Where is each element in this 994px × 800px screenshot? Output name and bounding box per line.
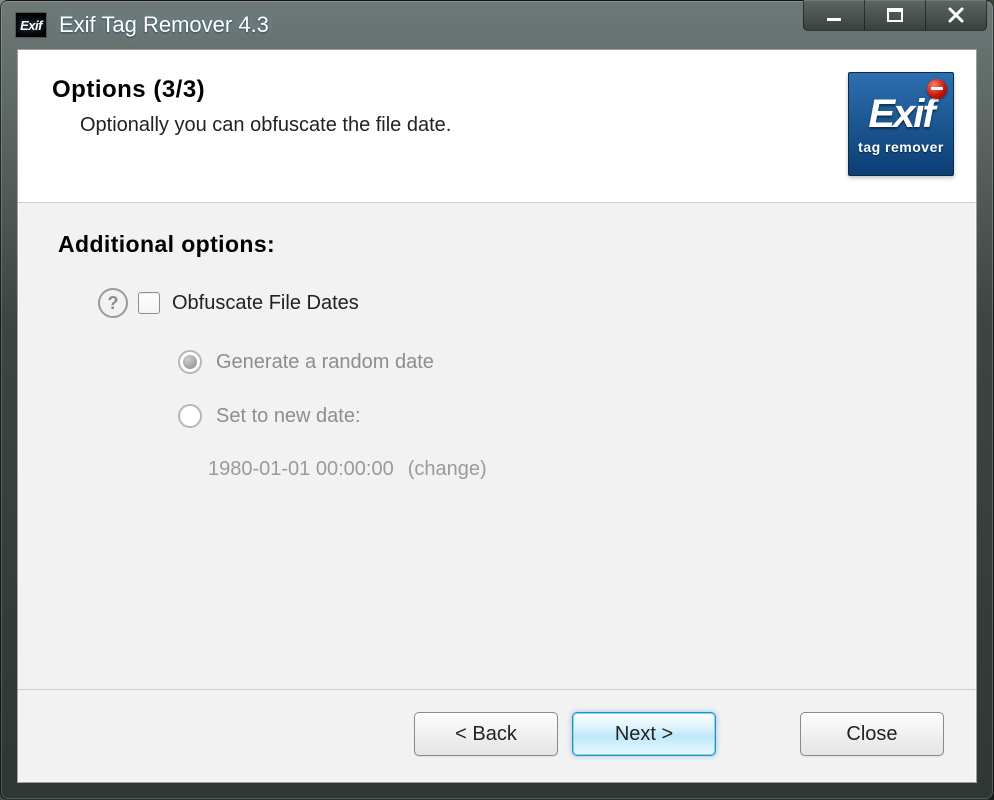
remove-icon (927, 79, 947, 99)
wizard-client-area: Options (3/3) Optionally you can obfusca… (17, 49, 977, 783)
logo-text-small: tag remover (858, 140, 944, 154)
back-button[interactable]: < Back (414, 712, 558, 756)
app-logo: Exif tag remover (848, 72, 954, 176)
radio-random-date-label: Generate a random date (216, 351, 434, 374)
close-button[interactable] (926, 0, 987, 31)
section-title: Additional options: (58, 231, 942, 258)
obfuscate-label: Obfuscate File Dates (172, 292, 359, 315)
window-title: Exif Tag Remover 4.3 (59, 12, 269, 38)
desktop-background: Exif Exif Tag Remover 4.3 (0, 0, 994, 800)
wizard-footer: < Back Next > Close (18, 689, 976, 782)
wizard-content: Additional options: ? Obfuscate File Dat… (18, 203, 976, 689)
page-title: Options (3/3) (52, 76, 848, 104)
close-wizard-button[interactable]: Close (800, 712, 944, 756)
help-icon[interactable]: ? (98, 288, 128, 318)
titlebar[interactable]: Exif Exif Tag Remover 4.3 (1, 1, 993, 49)
change-date-link[interactable]: (change) (408, 458, 487, 481)
next-button[interactable]: Next > (572, 712, 716, 756)
radio-set-date[interactable] (178, 404, 202, 428)
date-value-row: 1980-01-01 00:00:00 (change) (208, 458, 942, 481)
app-window: Exif Exif Tag Remover 4.3 (0, 0, 994, 800)
app-icon: Exif (15, 12, 47, 38)
radio-set-date-label: Set to new date: (216, 405, 361, 428)
footer-gap (730, 712, 786, 756)
logo-text-big: Exif (868, 94, 933, 134)
wizard-header: Options (3/3) Optionally you can obfusca… (18, 50, 976, 203)
maximize-button[interactable] (865, 0, 926, 31)
radio-random-date[interactable] (178, 350, 202, 374)
obfuscate-row: ? Obfuscate File Dates (98, 288, 942, 318)
page-subtitle: Optionally you can obfuscate the file da… (80, 114, 848, 137)
obfuscate-checkbox[interactable] (138, 292, 160, 314)
window-controls (803, 0, 987, 31)
date-value: 1980-01-01 00:00:00 (208, 458, 394, 481)
minimize-button[interactable] (803, 0, 865, 31)
set-date-row: Set to new date: (178, 404, 942, 428)
random-date-row: Generate a random date (178, 350, 942, 374)
